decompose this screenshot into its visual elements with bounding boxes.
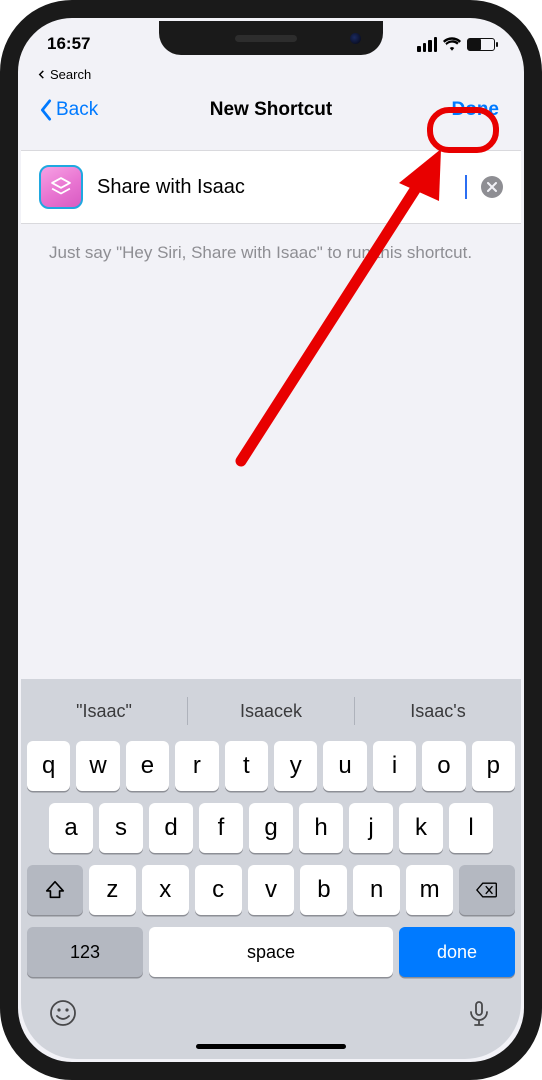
done-button[interactable]: Done bbox=[448, 97, 504, 123]
battery-icon bbox=[467, 38, 495, 51]
key-q[interactable]: q bbox=[27, 741, 70, 791]
key-w[interactable]: w bbox=[76, 741, 119, 791]
suggestion-1[interactable]: "Isaac" bbox=[21, 701, 187, 722]
key-k[interactable]: k bbox=[399, 803, 443, 853]
wifi-icon bbox=[443, 37, 461, 51]
key-d[interactable]: d bbox=[149, 803, 193, 853]
numbers-key[interactable]: 123 bbox=[27, 927, 143, 977]
emoji-key-icon[interactable] bbox=[49, 999, 77, 1027]
key-r[interactable]: r bbox=[175, 741, 218, 791]
software-keyboard: "Isaac" Isaacek Isaac's qwertyuiop asdfg… bbox=[21, 679, 521, 1059]
text-caret bbox=[465, 175, 467, 199]
key-b[interactable]: b bbox=[300, 865, 347, 915]
keyboard-done-key[interactable]: done bbox=[399, 927, 515, 977]
key-g[interactable]: g bbox=[249, 803, 293, 853]
cellular-signal-icon bbox=[417, 37, 437, 52]
key-o[interactable]: o bbox=[422, 741, 465, 791]
key-m[interactable]: m bbox=[406, 865, 453, 915]
key-c[interactable]: c bbox=[195, 865, 242, 915]
space-key[interactable]: space bbox=[149, 927, 393, 977]
shortcut-name-row: Share with Isaac bbox=[21, 150, 521, 224]
key-z[interactable]: z bbox=[89, 865, 136, 915]
key-i[interactable]: i bbox=[373, 741, 416, 791]
siri-hint-text: Just say "Hey Siri, Share with Isaac" to… bbox=[21, 224, 521, 265]
back-button[interactable]: Back bbox=[39, 99, 98, 121]
home-indicator[interactable] bbox=[196, 1044, 346, 1049]
predictive-row: "Isaac" Isaacek Isaac's bbox=[21, 687, 521, 735]
device-notch bbox=[159, 21, 383, 55]
key-f[interactable]: f bbox=[199, 803, 243, 853]
key-p[interactable]: p bbox=[472, 741, 515, 791]
front-camera bbox=[350, 33, 361, 44]
suggestion-2[interactable]: Isaacek bbox=[188, 701, 354, 722]
key-e[interactable]: e bbox=[126, 741, 169, 791]
shortcut-glyph-icon[interactable] bbox=[39, 165, 83, 209]
key-a[interactable]: a bbox=[49, 803, 93, 853]
suggestion-3[interactable]: Isaac's bbox=[355, 701, 521, 722]
dictation-key-icon[interactable] bbox=[465, 999, 493, 1027]
key-n[interactable]: n bbox=[353, 865, 400, 915]
key-y[interactable]: y bbox=[274, 741, 317, 791]
shift-key[interactable] bbox=[27, 865, 83, 915]
key-l[interactable]: l bbox=[449, 803, 493, 853]
key-u[interactable]: u bbox=[323, 741, 366, 791]
key-j[interactable]: j bbox=[349, 803, 393, 853]
shortcut-name-input[interactable]: Share with Isaac bbox=[97, 176, 464, 199]
key-t[interactable]: t bbox=[225, 741, 268, 791]
breadcrumb-back-to-app[interactable]: Search bbox=[21, 67, 521, 86]
breadcrumb-label: Search bbox=[50, 67, 91, 82]
clear-text-button[interactable] bbox=[481, 176, 503, 198]
backspace-key[interactable] bbox=[459, 865, 515, 915]
key-s[interactable]: s bbox=[99, 803, 143, 853]
back-button-label: Back bbox=[56, 99, 98, 121]
key-v[interactable]: v bbox=[248, 865, 295, 915]
key-h[interactable]: h bbox=[299, 803, 343, 853]
navigation-bar: Back New Shortcut Done bbox=[21, 86, 521, 134]
status-time: 16:57 bbox=[47, 34, 90, 54]
page-title: New Shortcut bbox=[210, 99, 332, 121]
key-x[interactable]: x bbox=[142, 865, 189, 915]
